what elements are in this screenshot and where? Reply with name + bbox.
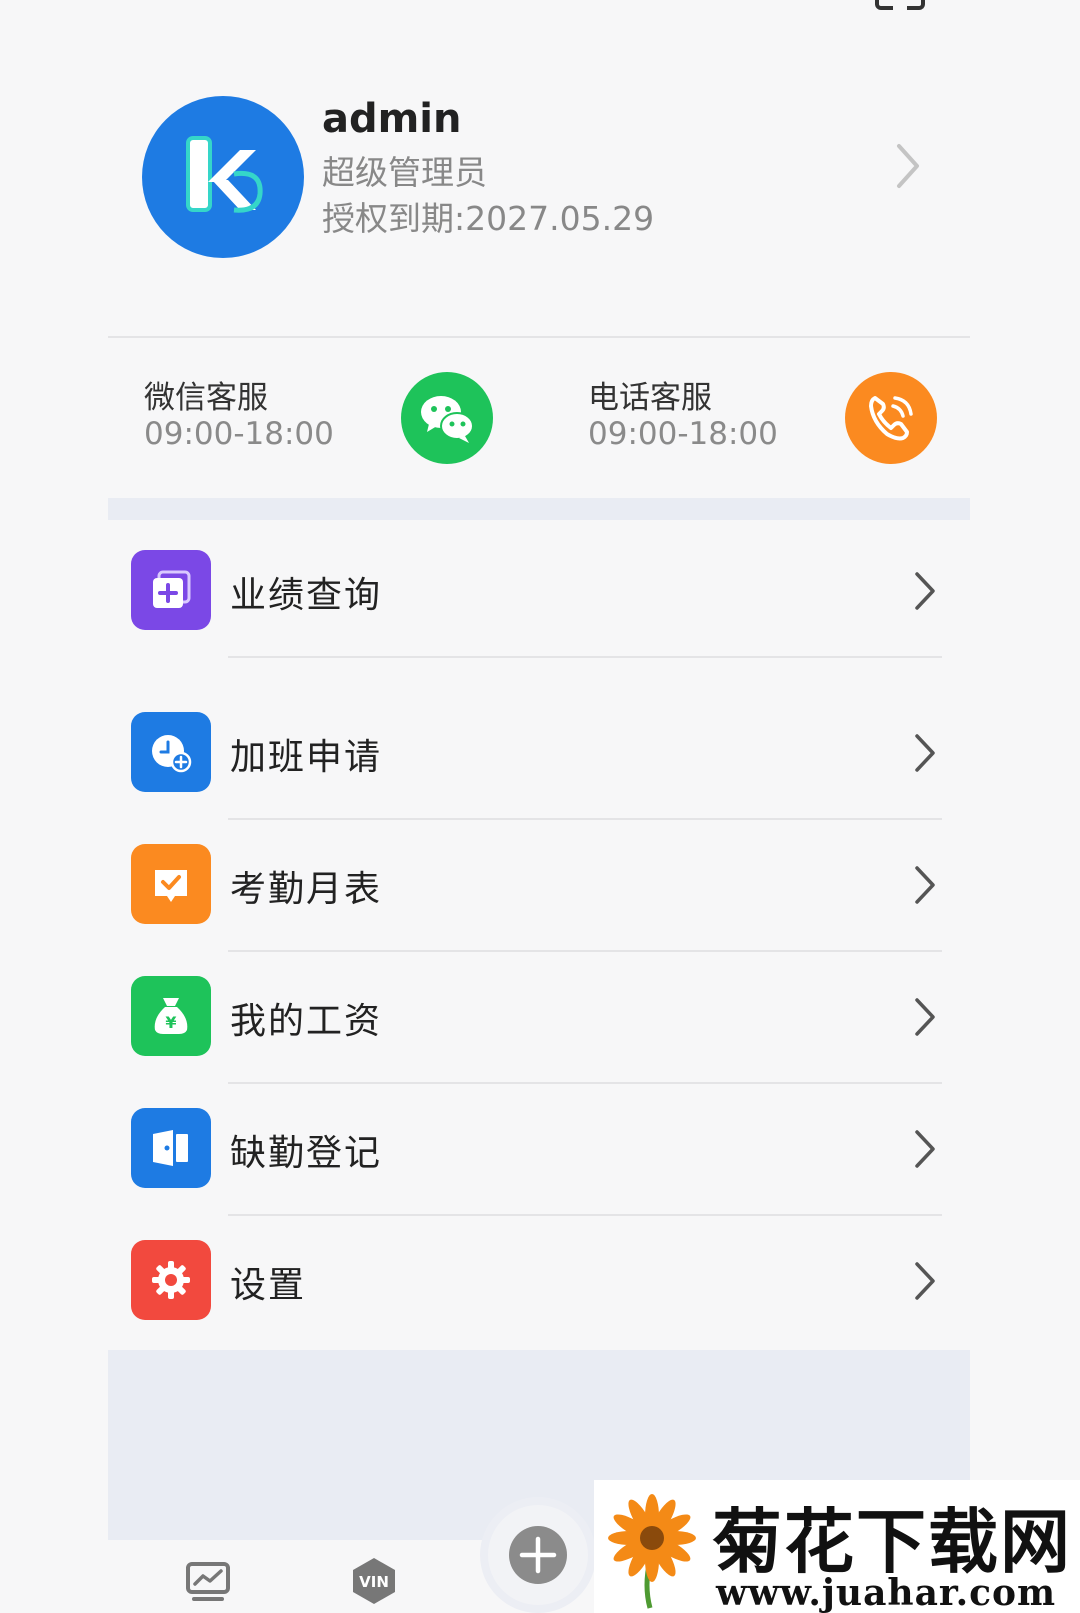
add-button[interactable]	[488, 1505, 588, 1605]
chevron-right-icon	[915, 998, 935, 1036]
avatar	[142, 96, 304, 258]
menu-item-absence[interactable]: 缺勤登记	[108, 1084, 970, 1216]
svg-text:¥: ¥	[165, 1013, 176, 1032]
attendance-check-icon	[131, 844, 211, 924]
watermark: 菊花下载网 www.juahar.com	[594, 1480, 1080, 1613]
profile-card[interactable]: admin 超级管理员 授权到期:2027.05.29	[0, 0, 1080, 336]
menu-item-label: 缺勤登记	[230, 1133, 383, 1174]
chevron-right-icon	[915, 572, 935, 610]
divider	[228, 656, 942, 658]
trend-chart-icon	[186, 1562, 230, 1601]
menu-item-overtime[interactable]: 加班申请	[108, 688, 970, 820]
flower-logo-icon	[608, 1494, 696, 1609]
salary-moneybag-icon: ¥	[131, 976, 211, 1056]
performance-icon	[131, 550, 211, 630]
phone-support-button[interactable]	[845, 372, 937, 464]
overtime-clock-icon	[131, 712, 211, 792]
menu-item-label: 我的工资	[230, 1001, 383, 1042]
vin-label: VIN	[359, 1573, 389, 1591]
license-expiry: 授权到期:2027.05.29	[322, 199, 655, 238]
chevron-right-icon	[915, 1262, 935, 1300]
user-name: admin	[322, 96, 462, 142]
menu-item-performance[interactable]: 业绩查询	[108, 526, 970, 658]
menu-item-label: 设置	[230, 1265, 307, 1306]
menu-item-settings[interactable]: 设置	[108, 1216, 970, 1348]
chevron-right-icon[interactable]	[895, 142, 921, 190]
menu-item-label: 加班申请	[230, 737, 383, 778]
phone-support-hours: 09:00-18:00	[588, 416, 778, 452]
section-separator	[108, 498, 970, 520]
menu-item-salary[interactable]: ¥ 我的工资	[108, 952, 970, 1084]
menu-item-label: 业绩查询	[230, 575, 383, 616]
settings-gear-icon	[131, 1240, 211, 1320]
nav-chart-tab[interactable]	[186, 1562, 230, 1606]
vin-icon: VIN	[353, 1558, 395, 1604]
plus-circle-icon	[509, 1526, 567, 1584]
app-logo-icon	[186, 136, 263, 213]
wechat-support-title: 微信客服	[144, 380, 268, 416]
chevron-right-icon	[915, 866, 935, 904]
menu-item-label: 考勤月表	[230, 869, 383, 910]
wechat-support-hours: 09:00-18:00	[144, 416, 334, 452]
customer-service-section: 微信客服 09:00-18:00 电话客服 09:00-18:00	[108, 338, 970, 498]
wechat-icon	[421, 396, 474, 443]
user-role: 超级管理员	[322, 153, 487, 192]
phone-call-icon	[869, 396, 913, 441]
chevron-right-icon	[915, 734, 935, 772]
phone-support-title: 电话客服	[588, 380, 712, 416]
wechat-support-button[interactable]	[401, 372, 493, 464]
watermark-url: www.juahar.com	[716, 1572, 1057, 1613]
absence-door-icon	[131, 1108, 211, 1188]
menu-item-attendance[interactable]: 考勤月表	[108, 820, 970, 952]
nav-vin-tab[interactable]: VIN	[350, 1556, 398, 1610]
chevron-right-icon	[915, 1130, 935, 1168]
